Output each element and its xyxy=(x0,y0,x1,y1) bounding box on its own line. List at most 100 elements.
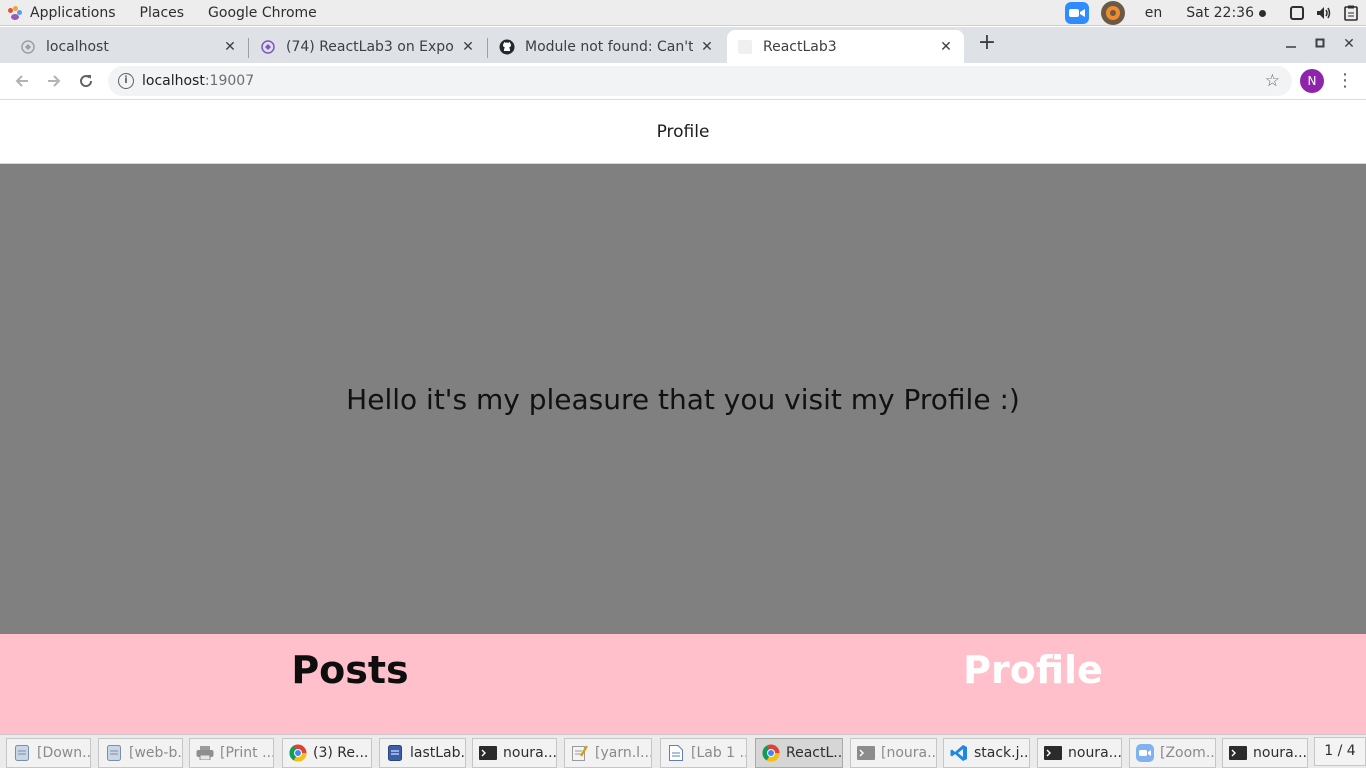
taskbar-item-lab1[interactable]: [Lab 1 ... xyxy=(660,738,747,768)
bookmark-star-icon[interactable]: ☆ xyxy=(1265,71,1280,91)
browser-tab-reactlab3[interactable]: ReactLab3 ✕ xyxy=(727,30,964,63)
clipboard-icon[interactable] xyxy=(1344,0,1358,26)
gnome-foot-icon xyxy=(8,5,22,20)
taskbar-item-lastlab[interactable]: lastLab... xyxy=(379,738,466,768)
expo-icon xyxy=(260,39,276,55)
tab-close-icon[interactable]: ✕ xyxy=(938,39,954,55)
taskbar-item-print[interactable]: [Print ... xyxy=(189,738,274,768)
file-manager-icon xyxy=(386,744,404,762)
document-icon xyxy=(667,744,685,762)
app-header: Profile xyxy=(0,101,1366,164)
browser-tab-expo-dev[interactable]: (74) ReactLab3 on Expo Dev ✕ xyxy=(248,30,486,63)
taskbar-item-label: [noura... xyxy=(881,745,937,761)
taskbar-item-label: stack.j... xyxy=(974,745,1030,761)
language-indicator[interactable]: en xyxy=(1145,0,1163,26)
taskbar-item-web-b[interactable]: [web-b... xyxy=(98,738,183,768)
places-menu[interactable]: Places xyxy=(128,0,197,26)
file-manager-icon xyxy=(105,744,123,762)
taskbar-item-label: [Zoom... xyxy=(1160,745,1216,761)
tab-posts[interactable]: Posts xyxy=(250,646,450,694)
notification-dot-icon xyxy=(1259,9,1266,17)
zoom-icon xyxy=(1136,744,1154,762)
workspace-switcher[interactable]: 1 / 4 xyxy=(1314,737,1366,766)
browser-menu-icon[interactable]: ⋮ xyxy=(1336,69,1354,93)
clock[interactable]: Sat 22:36 xyxy=(1186,0,1266,26)
browser-tab-localhost[interactable]: localhost ✕ xyxy=(0,30,248,63)
address-bar[interactable]: i localhost :19007 ☆ xyxy=(108,66,1292,96)
volume-icon[interactable] xyxy=(1316,0,1332,26)
chrome-icon xyxy=(289,744,307,762)
url-port: :19007 xyxy=(204,73,255,89)
applications-menu[interactable]: Applications xyxy=(0,0,128,26)
taskbar-item-label: [Lab 1 ... xyxy=(691,745,747,761)
github-icon xyxy=(499,39,515,55)
minimize-window-icon[interactable] xyxy=(1280,33,1302,55)
applications-label: Applications xyxy=(30,4,116,21)
vscode-icon xyxy=(950,744,968,762)
terminal-icon xyxy=(1044,744,1062,762)
forward-arrow-icon xyxy=(48,75,61,87)
printer-icon xyxy=(196,744,214,762)
back-arrow-icon xyxy=(15,75,28,87)
profile-greeting: Hello it's my pleasure that you visit my… xyxy=(346,382,1020,416)
taskbar-item-label: [yarn.l... xyxy=(595,745,652,761)
window-list: [Down... [web-b... [Print ... (3) Re... … xyxy=(0,734,1366,768)
back-button[interactable] xyxy=(9,68,35,94)
maximize-window-icon[interactable] xyxy=(1309,33,1331,55)
new-tab-button[interactable]: + xyxy=(976,32,998,55)
zoom-tray-button[interactable] xyxy=(1064,0,1089,26)
active-app-menu[interactable]: Google Chrome xyxy=(196,0,329,26)
taskbar-item-yarn[interactable]: [yarn.l... xyxy=(564,738,652,768)
taskbar-item-label: [web-b... xyxy=(129,745,182,761)
taskbar-item-terminal-1[interactable]: noura... xyxy=(472,738,557,768)
taskbar-item-chrome-1[interactable]: (3) Re... xyxy=(282,738,372,768)
tab-close-icon[interactable]: ✕ xyxy=(222,39,238,55)
taskbar-item-downloads[interactable]: [Down... xyxy=(6,738,91,768)
tab-title: (74) ReactLab3 on Expo Dev xyxy=(286,38,454,55)
taskbar-item-label: lastLab... xyxy=(410,745,465,761)
tab-close-icon[interactable]: ✕ xyxy=(699,39,715,55)
forward-button[interactable] xyxy=(41,68,67,94)
taskbar-item-label: noura... xyxy=(503,745,557,761)
url-host: localhost xyxy=(142,73,205,89)
tab-title: Module not found: Can't re xyxy=(525,38,693,55)
taskbar-item-label: noura... xyxy=(1253,745,1307,761)
tab-profile[interactable]: Profile xyxy=(933,646,1133,694)
tab-close-icon[interactable]: ✕ xyxy=(460,39,476,55)
taskbar-item-terminal-3[interactable]: noura... xyxy=(1037,738,1122,768)
taskbar-item-label: noura... xyxy=(1068,745,1122,761)
tab-title: ReactLab3 xyxy=(763,38,837,55)
system-top-bar: Applications Places Google Chrome en Sat… xyxy=(0,0,1366,26)
pidgin-tray-button[interactable] xyxy=(1100,0,1125,26)
browser-tab-github[interactable]: Module not found: Can't re ✕ xyxy=(487,30,725,63)
chrome-icon xyxy=(762,744,780,762)
bottom-tab-bar: Posts Profile xyxy=(0,634,1366,734)
taskbar-item-chrome-reactlab[interactable]: ReactL... xyxy=(755,738,843,768)
browser-toolbar: i localhost :19007 ☆ xyxy=(0,63,1366,100)
system-tray: en Sat 22:36 xyxy=(1059,0,1366,26)
taskbar-item-vscode[interactable]: stack.j... xyxy=(943,738,1030,768)
clock-text: Sat 22:36 xyxy=(1186,5,1254,21)
tab-title: localhost xyxy=(46,38,109,55)
profile-avatar[interactable]: N xyxy=(1300,69,1324,93)
site-info-icon[interactable]: i xyxy=(118,73,134,89)
text-editor-icon xyxy=(571,744,589,762)
screen-icon[interactable] xyxy=(1290,0,1304,26)
file-manager-icon xyxy=(13,744,31,762)
browser-tab-strip: localhost ✕ (74) ReactLab3 on Expo Dev ✕… xyxy=(0,27,1366,63)
reload-icon xyxy=(80,75,93,88)
expo-icon xyxy=(20,39,36,55)
taskbar-item-terminal-2[interactable]: [noura... xyxy=(850,738,937,768)
taskbar-item-terminal-4[interactable]: noura... xyxy=(1222,738,1308,768)
taskbar-item-label: [Down... xyxy=(37,745,91,761)
profile-screen: Hello it's my pleasure that you visit my… xyxy=(0,164,1366,634)
taskbar-item-label: ReactL... xyxy=(786,745,843,761)
page-title: Profile xyxy=(656,122,710,142)
zoom-icon xyxy=(1064,2,1089,24)
taskbar-item-zoom[interactable]: [Zoom... xyxy=(1129,738,1216,768)
terminal-icon xyxy=(479,744,497,762)
blank-page-icon xyxy=(737,39,753,55)
reload-button[interactable] xyxy=(73,68,99,94)
terminal-icon xyxy=(1229,744,1247,762)
close-window-icon[interactable]: ✕ xyxy=(1338,33,1360,55)
